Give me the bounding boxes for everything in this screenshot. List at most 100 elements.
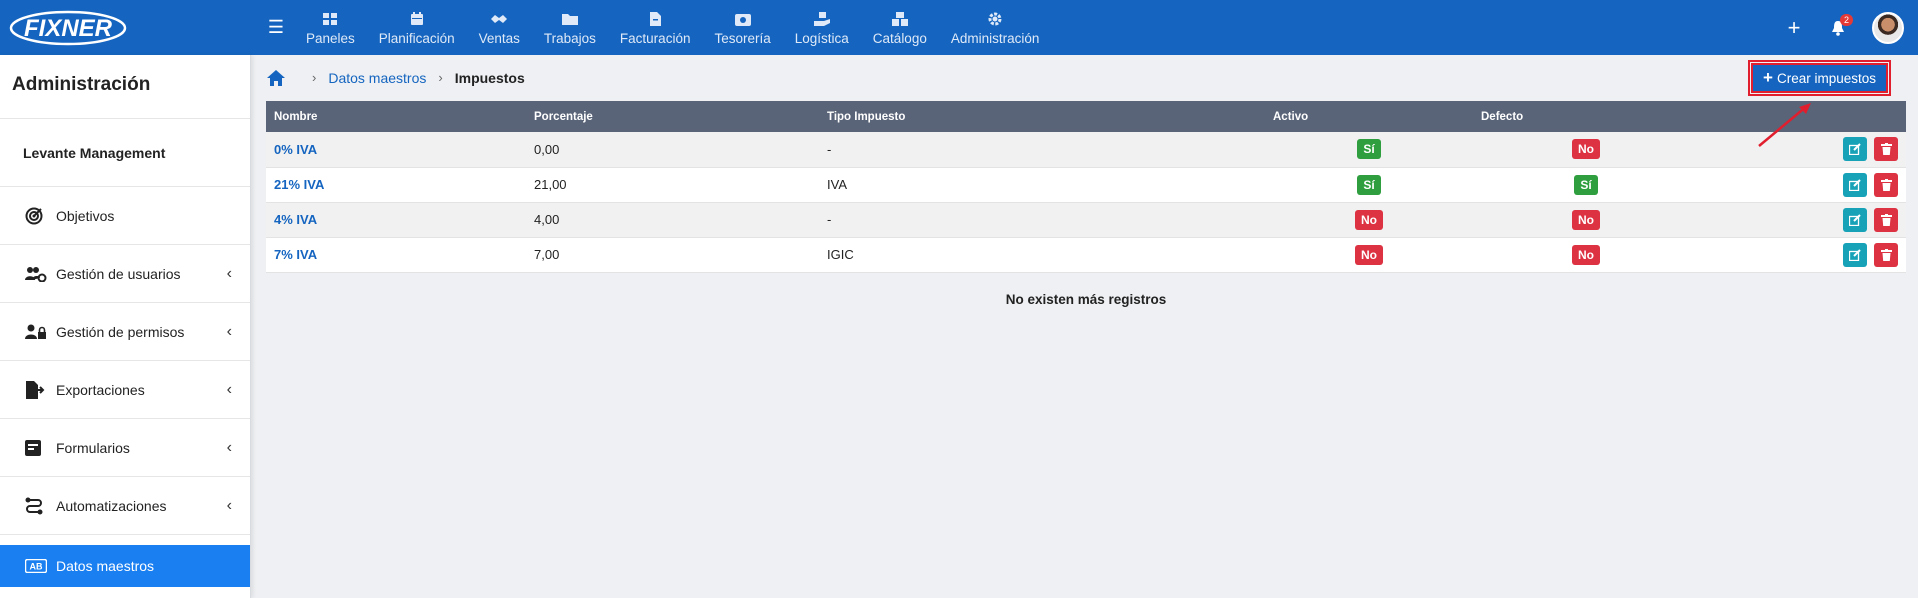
- status-badge: No: [1572, 209, 1600, 230]
- edit-icon: [1849, 248, 1862, 261]
- chevron-left-icon: ‹: [226, 322, 232, 340]
- sidebar-item-label: Datos maestros: [56, 558, 155, 574]
- create-tax-button-label: Crear impuestos: [1776, 70, 1876, 86]
- nav-item-logistica[interactable]: Logística: [783, 11, 861, 55]
- breadcrumb-separator-icon: ›: [438, 70, 443, 85]
- status-badge: No: [1355, 244, 1383, 265]
- nav-item-trabajos[interactable]: Trabajos: [532, 11, 608, 55]
- active-cell: Sí: [1265, 167, 1473, 203]
- sidebar-item-gestion-permisos[interactable]: Gestión de permisos ‹: [0, 303, 250, 361]
- trash-icon: [1880, 248, 1892, 261]
- table-header-row: Nombre Porcentaje Tipo Impuesto Activo D…: [266, 101, 1906, 132]
- delete-button[interactable]: [1874, 207, 1898, 232]
- edit-button[interactable]: [1843, 172, 1868, 197]
- column-header[interactable]: Tipo Impuesto: [819, 101, 1265, 132]
- breadcrumb-link[interactable]: Datos maestros: [328, 70, 426, 86]
- nav-label: Logística: [794, 31, 849, 46]
- tax-percentage: 7,00: [526, 237, 819, 273]
- breadcrumb-current: Impuestos: [454, 69, 525, 86]
- column-header[interactable]: Defecto: [1473, 101, 1699, 132]
- status-badge: No: [1355, 209, 1383, 230]
- row-actions: [1699, 237, 1906, 273]
- nav-item-paneles[interactable]: Paneles: [294, 11, 367, 55]
- annotation-arrow-icon: [1758, 103, 1811, 147]
- sidebar-item-label: Formularios: [56, 439, 130, 456]
- notification-count-badge: 2: [1840, 13, 1854, 26]
- create-tax-button[interactable]: + Crear impuestos: [1748, 60, 1891, 96]
- active-cell: No: [1265, 237, 1473, 273]
- nav-label: Tesorería: [714, 31, 771, 46]
- sidebar-company[interactable]: Levante Management: [0, 119, 250, 187]
- nav-item-tesoreria[interactable]: Tesorería: [702, 11, 782, 55]
- sidebar-item-automatizaciones[interactable]: Automatizaciones ‹: [0, 477, 250, 535]
- nav-item-catalogo[interactable]: Catálogo: [861, 11, 939, 55]
- folder-icon: [561, 11, 578, 27]
- default-cell: No: [1473, 237, 1699, 273]
- edit-button[interactable]: [1843, 207, 1868, 232]
- delete-button[interactable]: [1874, 172, 1898, 197]
- sidebar-title: Administración: [0, 55, 250, 119]
- sidebar-item-label: Gestión de usuarios: [56, 265, 181, 282]
- user-lock-icon: [25, 324, 51, 340]
- hand-box-icon: [813, 11, 830, 27]
- sidebar-item-datos-maestros[interactable]: AB Datos maestros: [0, 545, 250, 587]
- nav-label: Catálogo: [872, 31, 927, 46]
- main-content: › Datos maestros › Impuestos + Crear imp…: [266, 55, 1906, 307]
- tax-type: IVA: [819, 167, 1265, 203]
- active-cell: No: [1265, 202, 1473, 238]
- table-row[interactable]: 21% IVA 21,00 IVA Sí Sí: [266, 167, 1906, 203]
- sidebar-item-exportaciones[interactable]: Exportaciones ‹: [0, 361, 250, 419]
- edit-icon: [1849, 178, 1862, 191]
- default-cell: No: [1473, 202, 1699, 238]
- tax-name-link[interactable]: 21% IVA: [266, 167, 526, 203]
- table-row[interactable]: 0% IVA 0,00 - Sí No: [266, 132, 1906, 168]
- default-cell: No: [1473, 132, 1699, 168]
- sidebar-item-label: Exportaciones: [56, 381, 145, 398]
- delete-button[interactable]: [1874, 137, 1898, 162]
- tax-percentage: 4,00: [526, 202, 819, 238]
- column-header[interactable]: Porcentaje: [526, 101, 819, 132]
- notifications-button[interactable]: 2: [1816, 13, 1860, 36]
- nav-label: Paneles: [306, 31, 355, 46]
- nav-item-ventas[interactable]: Ventas: [467, 11, 532, 55]
- nav-item-planificacion[interactable]: Planificación: [367, 11, 467, 55]
- nav-item-facturacion[interactable]: Facturación: [608, 11, 703, 55]
- main-nav: Paneles Planificación Ventas Trabajos Fa…: [294, 0, 1051, 55]
- default-cell: Sí: [1473, 167, 1699, 203]
- chevron-left-icon: ‹: [226, 496, 232, 514]
- ab-card-icon: AB: [25, 559, 51, 573]
- breadcrumb-separator-icon: ›: [312, 70, 317, 85]
- fixner-logo-icon: FIXNER: [9, 10, 127, 45]
- table-row[interactable]: 7% IVA 7,00 IGIC No No: [266, 237, 1906, 273]
- user-avatar[interactable]: [1872, 11, 1904, 44]
- sidebar-item-formularios[interactable]: Formularios ‹: [0, 419, 250, 477]
- tax-name-link[interactable]: 0% IVA: [266, 132, 526, 168]
- tax-percentage: 0,00: [526, 132, 819, 168]
- tax-name-link[interactable]: 7% IVA: [266, 237, 526, 273]
- quick-add-button[interactable]: +: [1772, 15, 1816, 41]
- chevron-left-icon: ‹: [226, 264, 232, 282]
- delete-button[interactable]: [1874, 242, 1898, 267]
- active-cell: Sí: [1265, 132, 1473, 168]
- nav-item-administracion[interactable]: Administración: [939, 11, 1052, 55]
- sidebar-item-label: Gestión de permisos: [56, 323, 185, 340]
- brand-logo[interactable]: FIXNER: [0, 0, 252, 55]
- calendar-icon: [410, 11, 424, 27]
- column-header[interactable]: Nombre: [266, 101, 526, 132]
- edit-button[interactable]: [1843, 242, 1868, 267]
- row-actions: [1699, 167, 1906, 203]
- table-row[interactable]: 4% IVA 4,00 - No No: [266, 202, 1906, 238]
- sidebar-item-gestion-usuarios[interactable]: Gestión de usuarios ‹: [0, 245, 250, 303]
- tax-name-link[interactable]: 4% IVA: [266, 202, 526, 238]
- edit-button[interactable]: [1843, 137, 1868, 162]
- home-icon[interactable]: [266, 69, 286, 87]
- users-gear-icon: [25, 266, 51, 282]
- status-badge: No: [1572, 139, 1600, 160]
- hamburger-menu-icon[interactable]: ☰: [258, 0, 294, 55]
- column-header[interactable]: Activo: [1265, 101, 1473, 132]
- row-actions: [1699, 202, 1906, 238]
- edit-icon: [1849, 213, 1862, 226]
- invoice-icon: [649, 11, 661, 27]
- sidebar-item-objetivos[interactable]: Objetivos: [0, 187, 250, 245]
- route-icon: [25, 497, 51, 515]
